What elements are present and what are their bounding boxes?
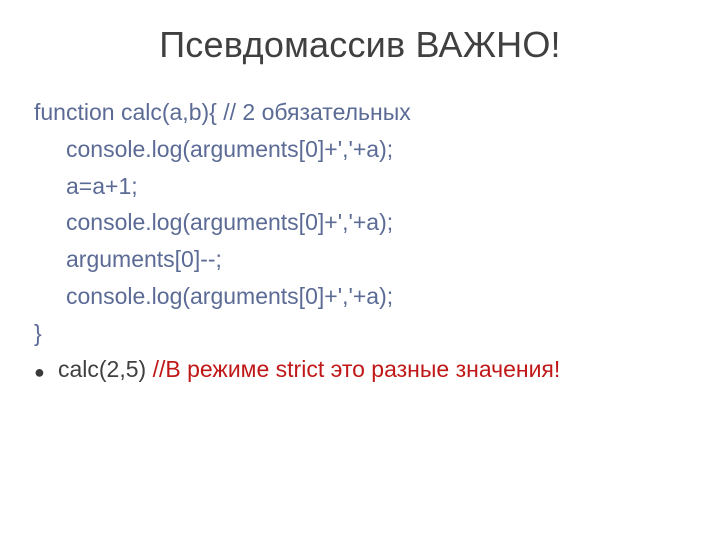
slide-content: Псевдомассив ВАЖНО! function calc(a,b){ … bbox=[0, 0, 720, 540]
slide-title: Псевдомассив ВАЖНО! bbox=[34, 24, 686, 66]
code-line-6: } bbox=[34, 315, 686, 352]
bullet-comment: //В режиме strict это разные значения! bbox=[153, 356, 561, 382]
bullet-item: ● calc(2,5) //В режиме strict это разные… bbox=[34, 354, 686, 389]
bullet-text: calc(2,5) //В режиме strict это разные з… bbox=[58, 354, 560, 385]
bullet-call: calc(2,5) bbox=[58, 356, 153, 382]
code-block: function calc(a,b){ // 2 обязательных co… bbox=[34, 94, 686, 352]
code-line-5: console.log(arguments[0]+','+a); bbox=[34, 278, 686, 315]
code-line-4: arguments[0]--; bbox=[34, 241, 686, 278]
code-line-3: console.log(arguments[0]+','+a); bbox=[34, 204, 686, 241]
code-line-2: a=a+1; bbox=[34, 168, 686, 205]
code-line-0: function calc(a,b){ // 2 обязательных bbox=[34, 94, 686, 131]
code-line-1: console.log(arguments[0]+','+a); bbox=[34, 131, 686, 168]
bullet-marker-icon: ● bbox=[34, 354, 58, 389]
